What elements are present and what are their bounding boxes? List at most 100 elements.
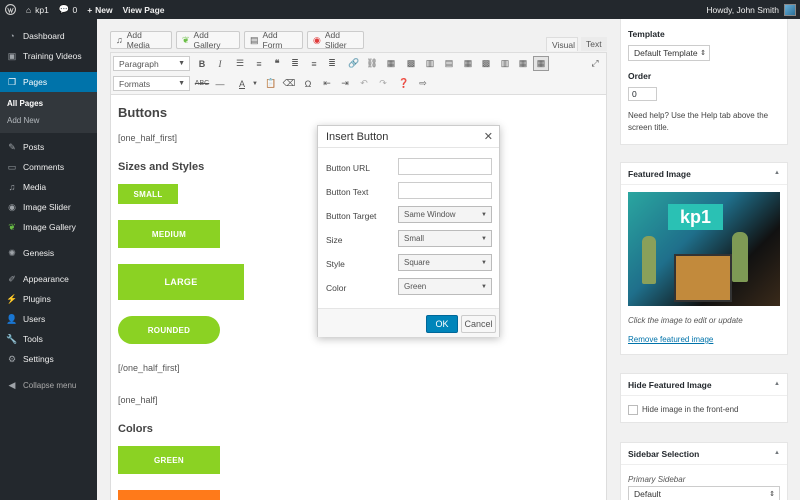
sidebar-item-plugins[interactable]: ⚡ Plugins (0, 289, 97, 309)
sidebar-item-users[interactable]: 👤 Users (0, 309, 97, 329)
submenu-all-pages[interactable]: All Pages (0, 95, 97, 112)
paste-text-icon[interactable]: 📋 (263, 76, 279, 91)
formats-select[interactable]: Formats ▼ (113, 76, 190, 91)
sidebar-item-posts[interactable]: ✎ Posts (0, 137, 97, 157)
sidebar-item-settings[interactable]: ⚙ Settings (0, 349, 97, 369)
account-greeting[interactable]: Howdy, John Smith (706, 5, 779, 15)
sidebar-item-tools[interactable]: 🔧 Tools (0, 329, 97, 349)
chevron-down-icon[interactable]: ▼ (247, 76, 263, 91)
sidebar-item-label: Training Videos (23, 51, 82, 61)
tab-text[interactable]: Text (581, 37, 607, 51)
grid-icon[interactable]: ▩ (403, 56, 419, 71)
collapse-arrow-icon[interactable]: ▲ (774, 381, 780, 387)
heading-colors: Colors (118, 423, 153, 435)
collapse-arrow-icon[interactable]: ▲ (774, 450, 780, 456)
ok-button[interactable]: OK (426, 315, 458, 333)
redo-icon[interactable]: ↷ (375, 76, 391, 91)
template-select[interactable]: Default Template ⇕ (628, 45, 710, 61)
hide-image-checkbox[interactable] (628, 405, 638, 415)
remove-featured-image-link[interactable]: Remove featured image (628, 334, 778, 346)
sidebar-item-label: Tools (23, 334, 43, 344)
primary-sidebar-select[interactable]: Default ⇕ (628, 486, 780, 500)
clear-formatting-icon[interactable]: ⌫ (281, 76, 297, 91)
fullscreen-icon[interactable]: ⤢ (587, 56, 603, 71)
style-select[interactable]: Square ▼ (398, 254, 492, 271)
kitchen-sink-icon[interactable]: ▦ (533, 56, 549, 71)
sample-small-button: SMALL (118, 184, 178, 204)
size-select[interactable]: Small ▼ (398, 230, 492, 247)
columns-icon[interactable]: ▥ (422, 56, 438, 71)
sidebar-item-image-gallery[interactable]: ❦ Image Gallery (0, 217, 97, 237)
shortcode-icon[interactable]: ▤ (441, 56, 457, 71)
help-icon[interactable]: ❓ (396, 76, 412, 91)
numbered-list-icon[interactable]: ≡ (251, 56, 267, 71)
add-form-button[interactable]: ▤ Add Form (244, 30, 303, 50)
more-tag-icon[interactable]: ▦ (383, 56, 399, 71)
button-target-select[interactable]: Same Window ▼ (398, 206, 492, 223)
media-icon: ♫ (8, 182, 16, 192)
featured-image-thumbnail[interactable]: kp1 (628, 192, 780, 306)
close-icon[interactable]: ✕ (484, 130, 493, 143)
sidebar-item-appearance[interactable]: ✐ Appearance (0, 269, 97, 289)
sidebar-item-genesis[interactable]: ✺ Genesis (0, 243, 97, 263)
align-center-icon[interactable]: ≡ (306, 56, 322, 71)
cancel-button[interactable]: Cancel (461, 315, 496, 333)
special-character-icon[interactable]: Ω (300, 76, 316, 91)
add-gallery-button[interactable]: ❦ Add Gallery (176, 30, 240, 50)
leaf-icon: ❦ (182, 34, 190, 45)
sidebar-item-pages[interactable]: ❐ Pages (0, 72, 97, 92)
button-url-input[interactable] (398, 158, 492, 175)
align-left-icon[interactable]: ≣ (287, 56, 303, 71)
align-right-icon[interactable]: ≣ (324, 56, 340, 71)
site-name-label: kp1 (35, 4, 49, 15)
indent-icon[interactable]: ⇥ (337, 76, 353, 91)
comments-count: 0 (72, 4, 78, 15)
new-content-link[interactable]: + New (82, 0, 117, 19)
comments-link[interactable]: 💬 0 (54, 0, 82, 19)
robot-figure-left (642, 236, 656, 284)
add-slider-button[interactable]: ◉ Add Slider (307, 30, 364, 50)
add-media-button[interactable]: ♫ Add Media (110, 30, 172, 50)
sidebar-item-media[interactable]: ♫ Media (0, 177, 97, 197)
view-page-link[interactable]: View Page (118, 0, 170, 19)
outdent-icon[interactable]: ⇤ (319, 76, 335, 91)
collapse-menu-button[interactable]: ◀ Collapse menu (0, 375, 97, 395)
sidebar-item-training-videos[interactable]: ▣ Training Videos (0, 46, 97, 66)
button-icon[interactable]: ▦ (515, 56, 531, 71)
sidebar-item-label: Appearance (23, 274, 69, 284)
insert-icon[interactable]: ⇨ (415, 76, 431, 91)
bullet-list-icon[interactable]: ☰ (232, 56, 248, 71)
sidebar-item-image-slider[interactable]: ◉ Image Slider (0, 197, 97, 217)
table-icon[interactable]: ▩ (478, 56, 494, 71)
sidebar-item-dashboard[interactable]: ◔ Dashboard (0, 26, 97, 46)
avatar[interactable] (784, 3, 796, 16)
bold-icon[interactable]: B (194, 56, 210, 71)
submenu-add-new[interactable]: Add New (0, 112, 97, 129)
formats-value: Formats (119, 78, 151, 89)
order-input[interactable]: 0 (628, 87, 657, 101)
layout-icon[interactable]: ▦ (460, 56, 476, 71)
undo-icon[interactable]: ↶ (356, 76, 372, 91)
paragraph-format-select[interactable]: Paragraph ▼ (113, 56, 190, 71)
toolbar-toggle-icon[interactable]: ▥ (497, 56, 513, 71)
sidebar-item-comments[interactable]: ▭ Comments (0, 157, 97, 177)
collapse-arrow-icon[interactable]: ▲ (774, 170, 780, 176)
pages-icon: ❐ (7, 76, 17, 87)
sample-rounded-button: ROUNDED (118, 316, 220, 344)
link-icon[interactable]: 🔗 (346, 56, 362, 71)
tab-visual[interactable]: Visual (546, 37, 578, 51)
button-text-input[interactable] (398, 182, 492, 199)
sidebar-item-label: Pages (23, 77, 48, 87)
button-target-value: Same Window (404, 210, 456, 219)
site-name-link[interactable]: ⌂ kp1 (21, 0, 54, 19)
blockquote-icon[interactable]: ❝ (269, 56, 285, 71)
unlink-icon[interactable]: ⛓ (364, 56, 380, 71)
horizontal-line-icon[interactable]: — (212, 76, 228, 91)
size-label: Size (326, 235, 343, 245)
color-value: Green (404, 282, 427, 291)
strikethrough-icon[interactable]: ABC (194, 76, 210, 91)
robot-figure-right (732, 232, 748, 282)
color-select[interactable]: Green ▼ (398, 278, 492, 295)
italic-icon[interactable]: I (212, 56, 228, 71)
wp-logo-icon[interactable] (0, 0, 21, 19)
